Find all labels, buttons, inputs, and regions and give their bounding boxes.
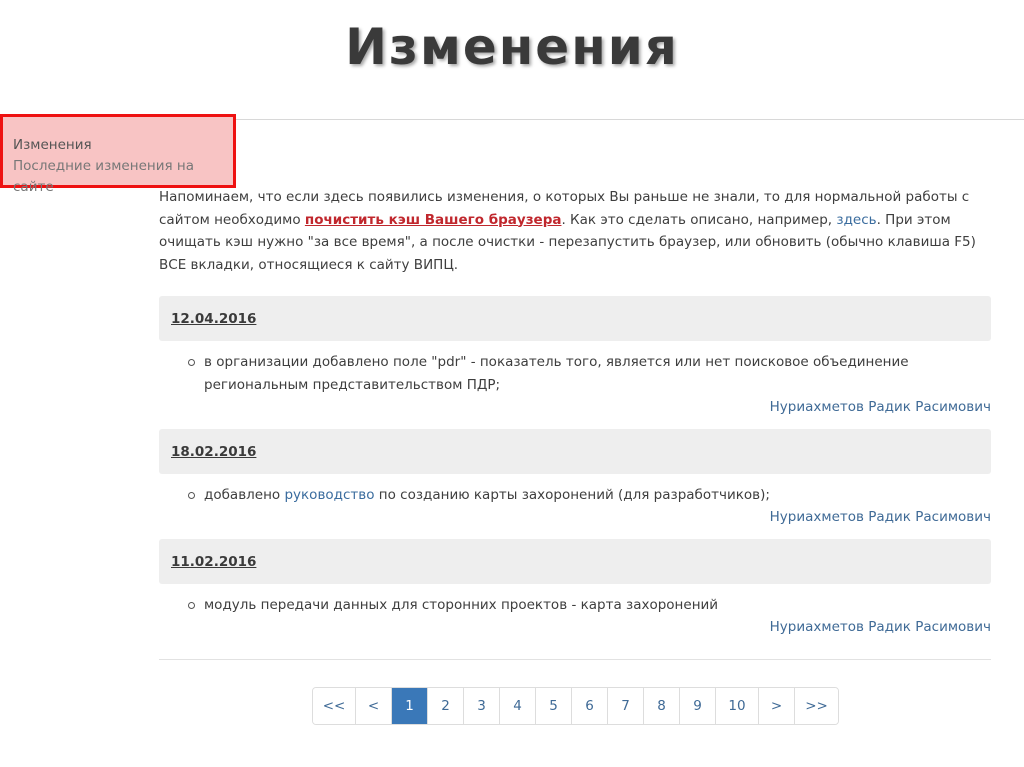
callout-title: Изменения <box>13 137 92 153</box>
entry-list: модуль передачи данных для сторонних про… <box>159 594 991 617</box>
entry-date-bar: 12.04.2016 <box>159 296 991 341</box>
notice-text-2: . Как это сделать описано, например, <box>561 211 837 228</box>
entry-item: добавлено руководство по созданию карты … <box>188 484 991 507</box>
entry-text-before: добавлено <box>204 486 285 503</box>
breadcrumb-callout: Изменения Последние изменения на сайте <box>0 114 236 195</box>
change-entry: 18.02.2016 добавлено руководство по созд… <box>159 428 991 529</box>
pagination: << < 1 2 3 4 5 6 7 8 9 10 > >> <box>312 687 839 725</box>
entry-date-bar: 11.02.2016 <box>159 538 991 584</box>
entry-item: модуль передачи данных для сторонних про… <box>188 594 991 617</box>
slide-title: Изменения <box>345 18 679 76</box>
page-first-button[interactable]: << <box>313 688 356 724</box>
page-9-button[interactable]: 9 <box>680 688 716 724</box>
entry-text-after: по созданию карты захоронений (для разра… <box>374 486 770 503</box>
clear-cache-link[interactable]: почистить кэш Вашего браузера <box>305 212 562 228</box>
page-prev-button[interactable]: < <box>356 688 392 724</box>
change-entry: 11.02.2016 модуль передачи данных для ст… <box>159 538 991 639</box>
page-3-button[interactable]: 3 <box>464 688 500 724</box>
entry-date-link[interactable]: 11.02.2016 <box>171 554 256 570</box>
page-1-button[interactable]: 1 <box>392 688 428 724</box>
main-content: Напоминаем, что если здесь появились изм… <box>159 186 991 660</box>
change-entry: 12.04.2016 в организации добавлено поле … <box>159 296 991 419</box>
page-6-button[interactable]: 6 <box>572 688 608 724</box>
entry-author-link[interactable]: Нуриахметов Радик Расимович <box>159 506 991 529</box>
guide-link[interactable]: руководство <box>284 487 374 503</box>
page-10-button[interactable]: 10 <box>716 688 759 724</box>
entry-date-link[interactable]: 12.04.2016 <box>171 311 256 327</box>
page-2-button[interactable]: 2 <box>428 688 464 724</box>
page-last-button[interactable]: >> <box>795 688 838 724</box>
entry-date-link[interactable]: 18.02.2016 <box>171 444 256 460</box>
page-8-button[interactable]: 8 <box>644 688 680 724</box>
cache-notice: Напоминаем, что если здесь появились изм… <box>159 186 991 276</box>
entry-list: добавлено руководство по созданию карты … <box>159 484 991 507</box>
page-4-button[interactable]: 4 <box>500 688 536 724</box>
here-link[interactable]: здесь <box>836 212 876 228</box>
page-next-button[interactable]: > <box>759 688 795 724</box>
entry-author-link[interactable]: Нуриахметов Радик Расимович <box>159 396 991 419</box>
content-divider <box>159 658 991 660</box>
entry-list: в организации добавлено поле "pdr" - пок… <box>159 351 991 396</box>
entry-date-bar: 18.02.2016 <box>159 428 991 474</box>
entry-author-link[interactable]: Нуриахметов Радик Расимович <box>159 616 991 639</box>
page-5-button[interactable]: 5 <box>536 688 572 724</box>
page-7-button[interactable]: 7 <box>608 688 644 724</box>
entry-item: в организации добавлено поле "pdr" - пок… <box>188 351 991 396</box>
